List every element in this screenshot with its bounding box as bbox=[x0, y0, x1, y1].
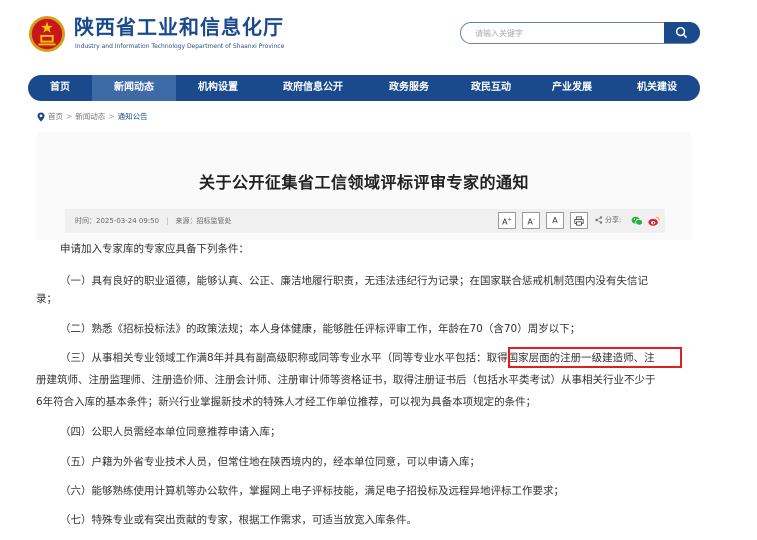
breadcrumb-news[interactable]: 新闻动态 bbox=[75, 112, 105, 121]
share-icon bbox=[595, 216, 603, 224]
article-paragraph: （六）能够熟练使用计算机等办公软件，掌握网上电子评标技能，满足电子招投标及远程异… bbox=[60, 485, 564, 497]
article-paragraph: 申请加入专家库的专家应具备下列条件： bbox=[60, 243, 249, 255]
font-reset-label: A bbox=[552, 216, 558, 225]
breadcrumb: 首页 > 新闻动态 > 通知公告 bbox=[37, 110, 148, 124]
breadcrumb-separator: > bbox=[66, 112, 73, 121]
article-meta: 时间：2025-03-24 09:50 | 来源：招标监管处 bbox=[75, 214, 231, 228]
search-icon bbox=[675, 26, 688, 39]
nav-item-industry[interactable]: 产业发展 bbox=[530, 75, 614, 101]
font-smaller-button[interactable]: A- bbox=[522, 212, 540, 229]
nav-item-gov-info[interactable]: 政府信息公开 bbox=[260, 75, 366, 101]
location-icon bbox=[37, 112, 45, 122]
weibo-icon[interactable] bbox=[648, 215, 660, 227]
nav-item-interaction[interactable]: 政民互动 bbox=[452, 75, 530, 101]
article-paragraph: （一）具有良好的职业道德，能够认真、公正、廉洁地履行职责，无违法违纪行为记录；在… bbox=[60, 275, 648, 287]
article-paragraph: （五）户籍为外省专业技术人员，但常住地在陕西境内的，经本单位同意，可以申请入库； bbox=[60, 456, 480, 468]
article-header-card: 关于公开征集省工信领域评标评审专家的通知 时间：2025-03-24 09:50… bbox=[37, 132, 691, 240]
main-nav: 首页 新闻动态 机构设置 政府信息公开 政务服务 政民互动 产业发展 机关建设 bbox=[28, 75, 700, 101]
font-larger-button[interactable]: A+ bbox=[498, 212, 516, 229]
breadcrumb-current[interactable]: 通知公告 bbox=[118, 112, 148, 121]
site-subtitle: Industry and Information Technology Depa… bbox=[75, 43, 285, 50]
publish-time: 2025-03-24 09:50 bbox=[96, 217, 160, 225]
site-header: 陕西省工业和信息化厅 Industry and Information Tech… bbox=[0, 0, 757, 70]
breadcrumb-home[interactable]: 首页 bbox=[48, 112, 63, 121]
article-paragraph: （二）熟悉《招标投标法》的政策法规；本人身体健康，能够胜任评标评审工作，年龄在7… bbox=[60, 323, 581, 335]
share-label: 分享: bbox=[595, 215, 621, 225]
share-text: 分享: bbox=[605, 216, 622, 224]
article-meta-bar: 时间：2025-03-24 09:50 | 来源：招标监管处 A+ A- A 分享: bbox=[65, 209, 665, 233]
search-input[interactable] bbox=[475, 26, 655, 40]
article-paragraph: 册建筑师、注册监理师、注册造价师、注册会计师、注册审计师等资格证书，取得注册证书… bbox=[36, 374, 656, 386]
nav-item-news[interactable]: 新闻动态 bbox=[92, 75, 176, 101]
nav-item-home[interactable]: 首页 bbox=[28, 75, 92, 101]
article-paragraph: 录； bbox=[36, 293, 57, 305]
source-value: 招标监管处 bbox=[196, 217, 232, 225]
font-reset-button[interactable]: A bbox=[546, 212, 564, 229]
breadcrumb-separator: > bbox=[108, 112, 115, 121]
meta-divider: | bbox=[166, 217, 169, 225]
nav-item-gov-services[interactable]: 政务服务 bbox=[366, 75, 452, 101]
nav-item-organization[interactable]: 机构设置 bbox=[176, 75, 260, 101]
site-title[interactable]: 陕西省工业和信息化厅 bbox=[74, 16, 284, 38]
search-button[interactable] bbox=[664, 22, 700, 43]
article-paragraph: （四）公职人员需经本单位同意推荐申请入库； bbox=[60, 426, 281, 438]
article-title: 关于公开征集省工信领域评标评审专家的通知 bbox=[198, 173, 529, 192]
article-paragraph: （七）特殊专业或有突出贡献的专家，根据工作需求，可适当放宽入库条件。 bbox=[60, 514, 417, 526]
wechat-icon[interactable] bbox=[631, 215, 643, 227]
article-paragraph: 6年符合入库的基本条件；新兴行业掌握新技术的特殊人才经工作单位推荐，可以视为具备… bbox=[36, 396, 537, 408]
source-label: 来源： bbox=[175, 217, 197, 225]
print-button[interactable] bbox=[570, 212, 588, 229]
time-label: 时间： bbox=[75, 217, 96, 225]
highlight-annotation-box bbox=[508, 347, 682, 368]
national-emblem-icon[interactable] bbox=[28, 15, 66, 53]
search-box bbox=[460, 22, 700, 44]
nav-item-office-building[interactable]: 机关建设 bbox=[614, 75, 700, 101]
printer-icon bbox=[574, 216, 584, 226]
